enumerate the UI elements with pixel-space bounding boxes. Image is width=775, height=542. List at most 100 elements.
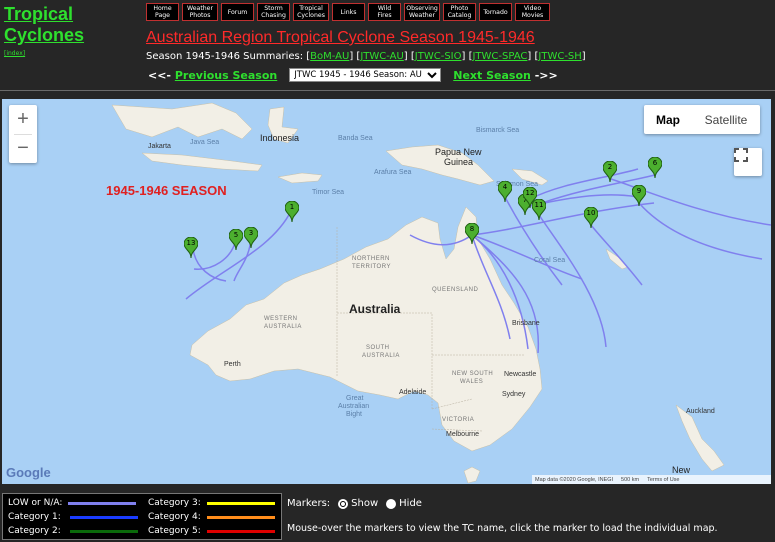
storm-marker-number: 6 <box>652 159 658 167</box>
markers-control: Markers: Show Hide <box>287 498 422 509</box>
legend-cat2-line <box>69 529 138 533</box>
nav-home-page[interactable]: Home Page <box>146 3 179 21</box>
nav-storm-chasing[interactable]: Storm Chasing <box>257 3 290 21</box>
storm-marker-5[interactable]: 5 <box>229 229 243 251</box>
storm-marker-3[interactable]: 3 <box>244 227 258 249</box>
label-western: WESTERN <box>264 316 298 322</box>
fullscreen-button[interactable] <box>734 148 762 176</box>
storm-marker-number: 3 <box>248 229 254 237</box>
label-australia: Australia <box>349 302 401 316</box>
summary-link-jtwc-sh[interactable]: JTWC-SH <box>538 51 581 62</box>
map-type-control: Map Satellite <box>644 105 760 134</box>
storm-marker-4[interactable]: 4 <box>498 181 512 203</box>
summary-link-jtwc-spac[interactable]: JTWC-SPAC <box>472 51 527 62</box>
google-logo[interactable]: Google <box>6 465 51 480</box>
cyclone-map[interactable]: + − Map Satellite 1945-1946 SEASON Indon… <box>2 99 771 484</box>
label-wales: WALES <box>460 379 484 385</box>
label-new-south: NEW SOUTH <box>452 371 494 377</box>
label-coral-sea: Coral Sea <box>534 257 566 264</box>
markers-hide-label[interactable]: Hide <box>399 498 422 509</box>
nav-wild-fires[interactable]: Wild Fires <box>368 3 401 21</box>
nav-observing-weather[interactable]: Observing Weather <box>404 3 440 21</box>
next-arrow: ->> <box>534 68 558 82</box>
storm-marker-9[interactable]: 9 <box>632 185 646 207</box>
label-sydney: Sydney <box>502 391 526 398</box>
markers-hide-radio[interactable] <box>386 498 397 509</box>
legend-cat1-line <box>69 515 138 519</box>
storm-marker-6[interactable]: 6 <box>648 157 662 179</box>
legend-cat5-line <box>206 529 275 533</box>
page-title[interactable]: Australian Region Tropical Cyclone Seaso… <box>146 29 535 47</box>
legend-low-line <box>68 501 137 505</box>
map-season-label: 1945-1946 SEASON <box>106 183 227 198</box>
storm-marker-number: 2 <box>607 163 613 171</box>
label-banda-sea: Banda Sea <box>338 135 373 142</box>
season-summaries: Season 1945-1946 Summaries: [BoM-AU] [JT… <box>146 51 586 62</box>
zoom-separator <box>14 134 32 135</box>
season-select[interactable]: JTWC 1945 - 1946 Season: AU <box>289 68 442 82</box>
legend-cat2: Category 2: <box>8 526 138 536</box>
attribution-text: Map data ©2020 Google, INEGI <box>535 476 614 483</box>
storm-marker-number: 5 <box>233 231 239 239</box>
nav-weather-photos[interactable]: Weather Photos <box>182 3 218 21</box>
map-scale[interactable]: 500 km <box>621 477 639 483</box>
nav-links[interactable]: Links <box>332 3 365 21</box>
storm-marker-8[interactable]: 8 <box>465 223 479 245</box>
storm-marker-number: 13 <box>186 239 196 247</box>
summary-link-jtwc-sio[interactable]: JTWC-SIO <box>415 51 462 62</box>
legend-cat1: Category 1: <box>8 512 138 522</box>
map-type-satellite-button[interactable]: Satellite <box>692 105 760 134</box>
legend-cat3-label: Category 3: <box>148 498 201 508</box>
terms-of-use-link[interactable]: Terms of Use <box>647 477 679 483</box>
summary-link-jtwc-au[interactable]: JTWC-AU <box>360 51 403 62</box>
map-type-map-button[interactable]: Map <box>644 105 692 134</box>
site-title-link-1[interactable]: Tropical <box>4 4 84 25</box>
nav-tornado[interactable]: Tornado <box>479 3 512 21</box>
site-title: Tropical Cyclones [index] <box>4 4 84 57</box>
nav-video-movies[interactable]: Video Movies <box>515 3 550 21</box>
legend-cat4-label: Category 4: <box>148 512 201 522</box>
index-link[interactable]: [index] <box>4 50 84 57</box>
nav-photo-catalog[interactable]: Photo Catalog <box>443 3 476 21</box>
site-title-link-2[interactable]: Cyclones <box>4 25 84 46</box>
legend-cat3: Category 3: <box>148 498 275 508</box>
label-java-sea: Java Sea <box>190 139 220 146</box>
storm-marker-2[interactable]: 2 <box>603 161 617 183</box>
zoom-out-button[interactable]: − <box>9 134 37 163</box>
storm-marker-number: 1 <box>289 203 295 211</box>
java-island <box>141 152 263 172</box>
label-adelaide: Adelaide <box>399 389 427 396</box>
legend-cat4: Category 4: <box>148 512 275 522</box>
label-timor-sea: Timor Sea <box>312 189 345 196</box>
previous-season-link[interactable]: Previous Season <box>175 69 277 82</box>
markers-show-label[interactable]: Show <box>351 498 378 509</box>
label-auckland: Auckland <box>686 408 715 415</box>
storm-marker-number: 10 <box>586 209 596 217</box>
storm-marker-13[interactable]: 13 <box>184 237 198 259</box>
nav-forum[interactable]: Forum <box>221 3 254 21</box>
storm-marker-number: 8 <box>469 225 475 233</box>
nav-tropical-cyclones[interactable]: Tropical Cyclones <box>293 3 329 21</box>
category-legend: LOW or N/A: Category 1: Category 2: Cate… <box>2 493 282 540</box>
markers-show-radio[interactable] <box>338 498 349 509</box>
summary-link-bom-au[interactable]: BoM-AU <box>310 51 349 62</box>
prev-arrow: <<- <box>148 68 171 82</box>
map-attribution: Map data ©2020 Google, INEGI 500 km Term… <box>532 475 771 484</box>
help-text: Mouse-over the markers to view the TC na… <box>287 523 718 534</box>
zoom-in-button[interactable]: + <box>9 105 37 134</box>
label-guinea: Guinea <box>444 157 474 167</box>
legend-cat2-label: Category 2: <box>8 526 61 536</box>
legend-cat4-line <box>206 515 275 519</box>
label-territory: TERRITORY <box>352 264 391 270</box>
storm-marker-12[interactable]: 12 <box>523 187 537 209</box>
label-newcastle: Newcastle <box>504 371 537 378</box>
storm-marker-10[interactable]: 10 <box>584 207 598 229</box>
storm-marker-1[interactable]: 1 <box>285 201 299 223</box>
legend-low: LOW or N/A: <box>8 498 137 508</box>
label-perth: Perth <box>224 361 241 368</box>
new-caledonia <box>605 248 629 270</box>
summaries-prefix: Season 1945-1946 Summaries: <box>146 51 304 62</box>
next-season-link[interactable]: Next Season <box>453 69 531 82</box>
label-melbourne: Melbourne <box>446 431 480 438</box>
label-australian: Australian <box>338 403 370 410</box>
